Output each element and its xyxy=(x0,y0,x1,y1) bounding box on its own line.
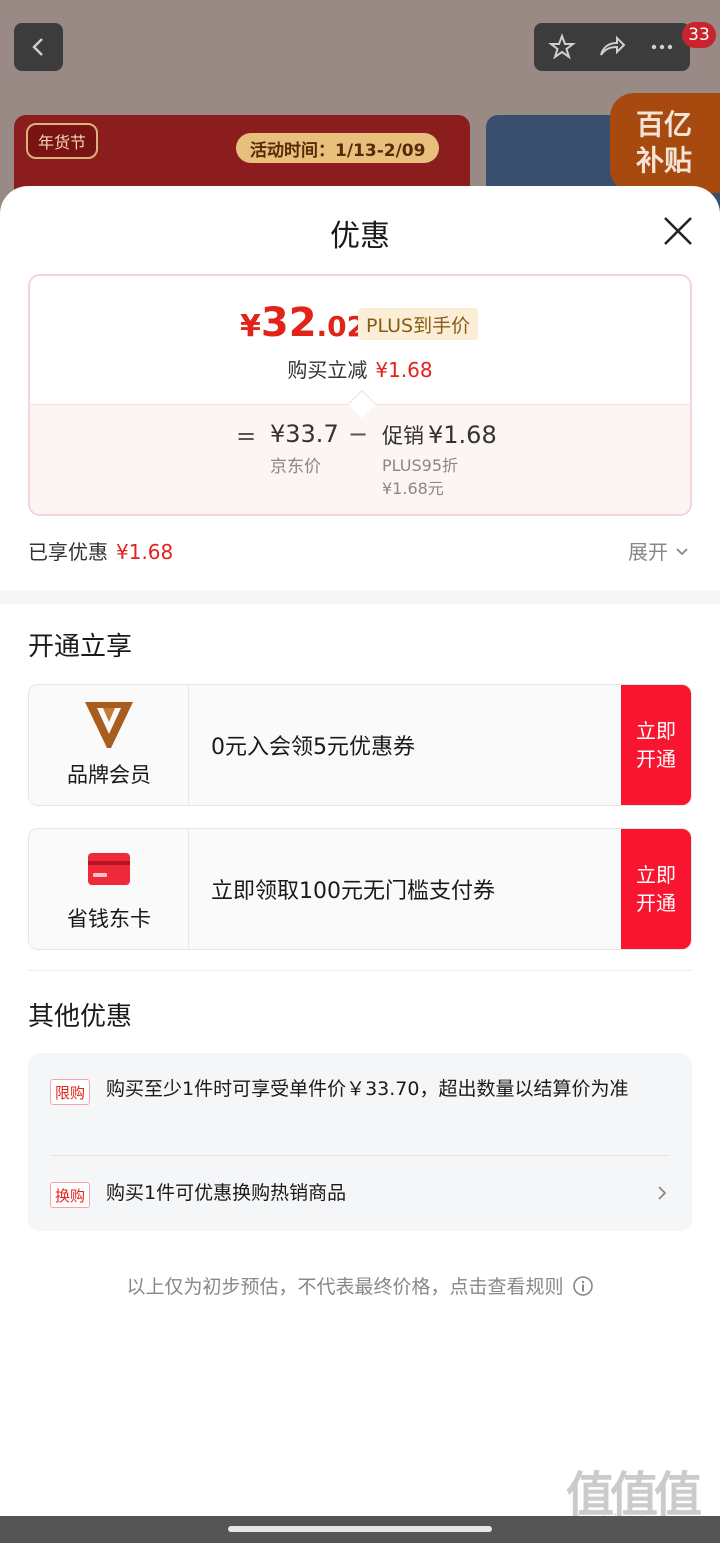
section-divider xyxy=(0,590,720,604)
top-action-group xyxy=(534,23,690,71)
benefit-name: 省钱东卡 xyxy=(67,907,151,931)
price-breakdown-card: ¥ 32 .02 PLUS到手价 购买立减 ¥1.68 = ¥33.7 京东价 −… xyxy=(28,274,692,516)
promo-detail-2: ¥1.68元 xyxy=(382,479,444,498)
minus-sign: − xyxy=(348,420,369,448)
final-price: ¥ 32 .02 xyxy=(240,300,366,346)
enjoyed-amount: ¥1.68 xyxy=(116,540,174,564)
benefit-left: 品牌会员 xyxy=(29,685,189,805)
benefit-left: 省钱东卡 xyxy=(29,829,189,949)
subsidy-badge[interactable]: 百亿 补贴 xyxy=(610,93,720,193)
price-integer: 32 xyxy=(260,300,317,346)
promo-line: 促销 ¥1.68 xyxy=(382,420,497,450)
footnote-text: 以上仅为初步预估，不代表最终价格，点击查看规则 xyxy=(126,1276,564,1298)
offer-divider xyxy=(50,1155,670,1156)
exchange-offer-text[interactable]: 购买1件可优惠换购热销商品 xyxy=(106,1179,646,1207)
promo-label: 促销 xyxy=(382,424,424,448)
open-now-button[interactable]: 立即开通 xyxy=(621,829,691,949)
info-icon xyxy=(572,1275,593,1296)
limit-tag: 限购 xyxy=(50,1079,91,1105)
chevron-down-icon xyxy=(676,547,688,555)
open-now-button[interactable]: 立即开通 xyxy=(621,685,691,805)
enjoyed-label: 已享优惠 xyxy=(28,540,108,564)
close-icon xyxy=(664,217,692,245)
promo-amount: ¥1.68 xyxy=(428,421,497,449)
benefit-desc: 0元入会领5元优惠券 xyxy=(211,735,415,760)
open-section-title: 开通立享 xyxy=(28,632,133,662)
share-icon[interactable] xyxy=(597,33,627,61)
buy-reduce-amount: ¥1.68 xyxy=(375,358,433,382)
red-card-icon xyxy=(81,843,137,895)
star-icon[interactable] xyxy=(548,33,577,61)
sheet-title: 优惠 xyxy=(330,219,390,254)
jd-price: ¥33.7 xyxy=(270,420,339,448)
jd-price-label: 京东价 xyxy=(270,457,321,477)
brand-member-card[interactable]: 品牌会员 0元入会领5元优惠券 立即开通 xyxy=(28,684,692,806)
message-count-badge: 33 xyxy=(682,22,716,48)
subsidy-line-1: 百亿 xyxy=(636,108,693,141)
benefit-desc: 立即领取100元无门槛支付券 xyxy=(211,879,495,904)
enjoyed-discount: 已享优惠 ¥1.68 xyxy=(28,536,173,565)
chevron-right-icon[interactable] xyxy=(654,1183,670,1203)
plus-price-tag: PLUS到手价 xyxy=(358,308,479,340)
chevron-left-icon xyxy=(31,38,43,56)
other-offers-box: 限购 购买至少1件时可享受单件价￥33.70，超出数量以结算价为准 换购 购买1… xyxy=(28,1053,692,1231)
brand-v-icon xyxy=(81,699,137,751)
expand-toggle[interactable]: 展开 xyxy=(628,536,690,565)
discount-sheet: 优惠 ¥ 32 .02 PLUS到手价 购买立减 ¥1.68 = ¥33.7 京东… xyxy=(0,186,720,1516)
banner-logo: 年货节 xyxy=(26,123,99,159)
price-currency: ¥ xyxy=(240,309,261,344)
rules-footnote[interactable]: 以上仅为初步预估，不代表最终价格，点击查看规则 xyxy=(0,1272,720,1299)
home-indicator[interactable] xyxy=(228,1526,492,1532)
saving-card-card[interactable]: 省钱东卡 立即领取100元无门槛支付券 立即开通 xyxy=(28,828,692,950)
subsidy-line-2: 补贴 xyxy=(636,144,693,177)
limit-offer-text: 购买至少1件时可享受单件价￥33.70，超出数量以结算价为准 xyxy=(106,1078,629,1100)
other-section-title: 其他优惠 xyxy=(28,1002,133,1032)
close-button[interactable] xyxy=(658,211,698,251)
exchange-tag: 换购 xyxy=(50,1182,91,1208)
equals-sign: = xyxy=(236,422,257,450)
activity-time-pill: 活动时间：1/13-2/09 xyxy=(236,133,440,163)
benefit-name: 品牌会员 xyxy=(67,763,151,787)
buy-reduce-label: 购买立减 xyxy=(287,358,368,382)
more-icon[interactable] xyxy=(648,33,676,61)
divider xyxy=(28,970,692,971)
back-button[interactable] xyxy=(14,23,63,71)
expand-label: 展开 xyxy=(628,540,668,564)
buy-reduce-line: 购买立减 ¥1.68 xyxy=(30,354,690,383)
promo-detail-1: PLUS95折 xyxy=(382,456,458,475)
